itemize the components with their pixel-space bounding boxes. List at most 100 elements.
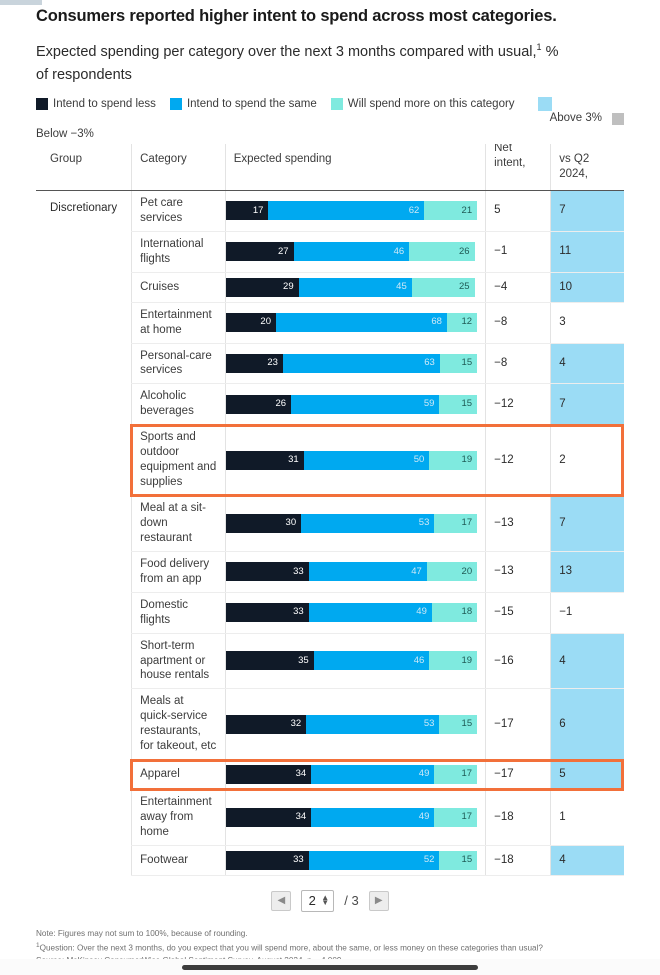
- cell-group: [36, 551, 132, 592]
- stacked-bar: 29 45 25: [225, 277, 477, 297]
- cell-expected-spending: 26 59 15: [224, 383, 486, 426]
- bar-segment-more: 17: [434, 765, 478, 785]
- cell-category: Sports and outdoor equipment and supplie…: [131, 424, 226, 496]
- bar-segment-less: 34: [225, 765, 312, 785]
- note-question: 1Question: Over the next 3 months, do yo…: [36, 941, 624, 955]
- table-row: Meals at quick-service restaurants, for …: [36, 688, 624, 761]
- cell-net-intent: −17: [485, 759, 551, 791]
- column-header-net-intent: Net intent, percentage points: [485, 144, 551, 191]
- chevron-right-icon[interactable]: ▶: [368, 890, 389, 911]
- bar-segment-more: 21: [424, 201, 478, 221]
- cell-group: [36, 790, 132, 846]
- scrollbar-thumb[interactable]: [182, 965, 478, 970]
- stacked-bar: 33 52 15: [225, 850, 478, 870]
- cell-vs-q2: 1: [550, 789, 624, 846]
- bar-segment-more: 19: [429, 450, 478, 470]
- bar-segment-more: 17: [434, 808, 478, 828]
- table-row: Meal at a sit-down restaurant 30 53 17 −13 7: [36, 495, 624, 552]
- table-header-row: Group Category Expected spending Net int…: [36, 144, 624, 191]
- cell-group: [36, 272, 132, 302]
- page-number-stepper[interactable]: 2 ▲ ▼: [301, 889, 335, 912]
- note-rounding: Note: Figures may not sum to 100%, becau…: [36, 928, 248, 938]
- table-row: Short-term apartment or house rentals 35 4…: [36, 633, 624, 690]
- cell-expected-spending: 29 45 25: [224, 272, 486, 303]
- table-row: Apparel 34 49 17 −17 5: [36, 759, 624, 791]
- legend-item-spend-more: Will spend more on this category: [330, 98, 515, 111]
- table-row: Personal-care services 23 63 15 −8 4: [36, 343, 624, 385]
- legend-swatch-icon: [330, 98, 343, 111]
- table-header: Group Category Expected spending Net int…: [36, 144, 624, 191]
- table-row: Domestic flights 33 49 18 −15 −1: [36, 592, 624, 634]
- cell-expected-spending: 33 52 15: [224, 845, 486, 876]
- bar-segment-same: 52: [308, 850, 440, 870]
- stacked-bar: 35 46 19: [225, 651, 478, 671]
- stacked-bar: 33 47 20: [225, 562, 478, 582]
- bar-segment-less: 33: [225, 603, 309, 623]
- bar-segment-less: 29: [225, 277, 299, 297]
- bar-segment-same: 49: [311, 808, 435, 828]
- cell-category: International flights: [131, 231, 226, 273]
- page-number-value[interactable]: 2: [306, 893, 318, 908]
- bar-segment-less: 31: [225, 450, 304, 470]
- cell-expected-spending: 20 68 12: [224, 302, 486, 344]
- bar-segment-less: 33: [225, 562, 309, 582]
- cell-vs-q2: −1: [550, 592, 624, 634]
- column-header-expected-spending: Expected spending: [224, 144, 486, 191]
- bar-segment-same: 59: [291, 394, 440, 414]
- stacked-bar: 30 53 17: [225, 513, 478, 533]
- chevron-up-down-icon[interactable]: ▲ ▼: [321, 894, 329, 906]
- legend-label-below: Below −3%: [36, 128, 94, 141]
- cell-category: Short-term apartment or house rentals: [131, 633, 226, 690]
- cell-net-intent: 5: [485, 190, 551, 232]
- page-total-label: / 3: [344, 893, 359, 909]
- table-wrapper: Group Category Expected spending Net int…: [36, 144, 624, 876]
- cell-net-intent: −4: [485, 272, 551, 303]
- pagination-controls[interactable]: ◀ 2 ▲ ▼ / 3 ▶: [36, 889, 624, 912]
- cell-net-intent: −18: [485, 845, 551, 876]
- table-row: Entertainment at home 20 68 12 −8 3: [36, 302, 624, 344]
- bar-segment-more: 19: [429, 651, 478, 671]
- cell-expected-spending: 31 50 19: [224, 424, 486, 496]
- column-header-vs-q2-label: vs Q2 2024,: [559, 153, 590, 180]
- cell-net-intent: −15: [485, 592, 551, 634]
- cell-category: Pet care services: [131, 190, 226, 232]
- cell-vs-q2: 7: [550, 495, 624, 552]
- cell-vs-q2: 5: [550, 759, 624, 791]
- bar-segment-less: 34: [225, 808, 312, 828]
- bar-segment-less: 35: [225, 651, 314, 671]
- bar-segment-more: 15: [439, 850, 478, 870]
- cell-net-intent: −16: [485, 633, 551, 690]
- cell-vs-q2: 11: [550, 231, 624, 273]
- bar-segment-same: 47: [308, 562, 427, 582]
- cell-expected-spending: 32 53 15: [224, 688, 486, 761]
- cell-group: [36, 689, 132, 760]
- bar-segment-less: 27: [225, 242, 294, 262]
- top-accent-bar: [0, 0, 42, 5]
- cell-group: [36, 302, 132, 343]
- column-header-group: Group: [36, 144, 132, 191]
- bar-segment-more: 15: [439, 714, 478, 734]
- column-header-net-intent-label: Net intent, percentage points: [494, 144, 542, 171]
- table-row: Sports and outdoor equipment and supplie…: [36, 424, 624, 496]
- chevron-left-icon[interactable]: ◀: [271, 890, 292, 911]
- stacked-bar: 26 59 15: [225, 394, 478, 414]
- cell-group: [36, 633, 132, 689]
- stacked-bar: 17 62 21: [225, 201, 478, 221]
- bar-segment-same: 68: [275, 313, 447, 333]
- cell-expected-spending: 33 49 18: [224, 592, 486, 634]
- stacked-bar: 32 53 15: [225, 714, 478, 734]
- horizontal-scrollbar[interactable]: [0, 959, 660, 975]
- legend-swatch-icon: [36, 98, 48, 111]
- bar-segment-more: 17: [434, 513, 478, 533]
- legend-item-spend-same: Intend to spend the same: [169, 98, 317, 111]
- bar-segment-same: 46: [313, 651, 430, 671]
- cell-vs-q2: 6: [550, 688, 624, 761]
- legend-swatch-icon: [169, 98, 182, 111]
- bar-segment-more: 15: [439, 394, 478, 414]
- bar-segment-more: 20: [426, 562, 478, 582]
- bar-segment-same: 53: [306, 714, 440, 734]
- cell-category: Alcoholic beverages: [131, 383, 226, 426]
- cell-group: [36, 496, 132, 552]
- cell-net-intent: −8: [485, 302, 551, 344]
- cell-group: [36, 592, 132, 633]
